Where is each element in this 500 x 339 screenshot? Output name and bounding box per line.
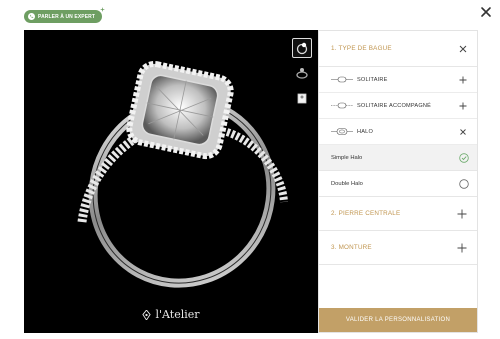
ring-customizer-page: PARLER À UN EXPERT l'Atelier 1. TYPE DE … [0,0,500,339]
customization-options: 1. TYPE DE BAGUE SOLITAIRE SOLITAIRE ACC… [319,31,477,308]
section-ring-type[interactable]: 1. TYPE DE BAGUE [319,31,477,67]
phone-icon [28,13,35,20]
customization-panel: 1. TYPE DE BAGUE SOLITAIRE SOLITAIRE ACC… [318,30,478,333]
close-icon[interactable] [480,6,492,18]
accompanied-ring-icon [331,102,353,109]
option-solitaire-accompagne-label: SOLITAIRE ACCOMPAGNÉ [357,102,432,109]
plus-icon [459,76,467,83]
ring-image [77,60,288,288]
thumbnail-box[interactable] [292,88,312,108]
option-halo-label: HALO [357,128,374,135]
halo-variant-simple[interactable]: Simple Halo [319,145,477,171]
plus-icon [457,243,467,252]
option-halo[interactable]: HALO [319,119,477,145]
option-solitaire-label: SOLITAIRE [357,76,388,83]
ring-side-icon [296,68,308,79]
ring-front-icon [296,42,308,55]
close-icon [460,128,466,135]
option-solitaire[interactable]: SOLITAIRE [319,67,477,93]
section-center-stone[interactable]: 2. PIERRE CENTRALE [319,197,477,231]
thumbnail-list [292,38,316,113]
plus-icon [459,102,467,109]
validate-customization-button[interactable]: VALIDER LA PERSONNALISATION [319,308,477,332]
diamond-logo-icon [142,309,152,320]
brand-logo: l'Atelier [24,308,318,321]
talk-to-expert-button[interactable]: PARLER À UN EXPERT [24,7,105,23]
halo-variant-double-label: Double Halo [331,180,363,187]
talk-to-expert-label: PARLER À UN EXPERT [38,13,95,20]
solitaire-ring-icon [331,76,353,83]
halo-ring-icon [331,128,353,135]
halo-variant-simple-label: Simple Halo [331,154,363,161]
plus-icon [457,209,467,218]
section-center-stone-label: 2. PIERRE CENTRALE [331,210,401,217]
ring-box-icon [297,93,307,104]
collapse-icon[interactable] [459,45,467,53]
sparkle-icon [100,7,105,12]
checked-circle-icon [459,152,469,163]
halo-variant-double[interactable]: Double Halo [319,171,477,197]
section-mount[interactable]: 3. MONTURE [319,231,477,265]
section-ring-type-label: 1. TYPE DE BAGUE [331,45,392,52]
section-mount-label: 3. MONTURE [331,244,372,251]
option-solitaire-accompagne[interactable]: SOLITAIRE ACCOMPAGNÉ [319,93,477,119]
radio-empty-icon [459,178,469,189]
thumbnail-front[interactable] [292,38,312,58]
thumbnail-side[interactable] [292,63,312,83]
brand-name: l'Atelier [155,308,200,321]
ring-viewer[interactable]: l'Atelier [24,30,318,333]
